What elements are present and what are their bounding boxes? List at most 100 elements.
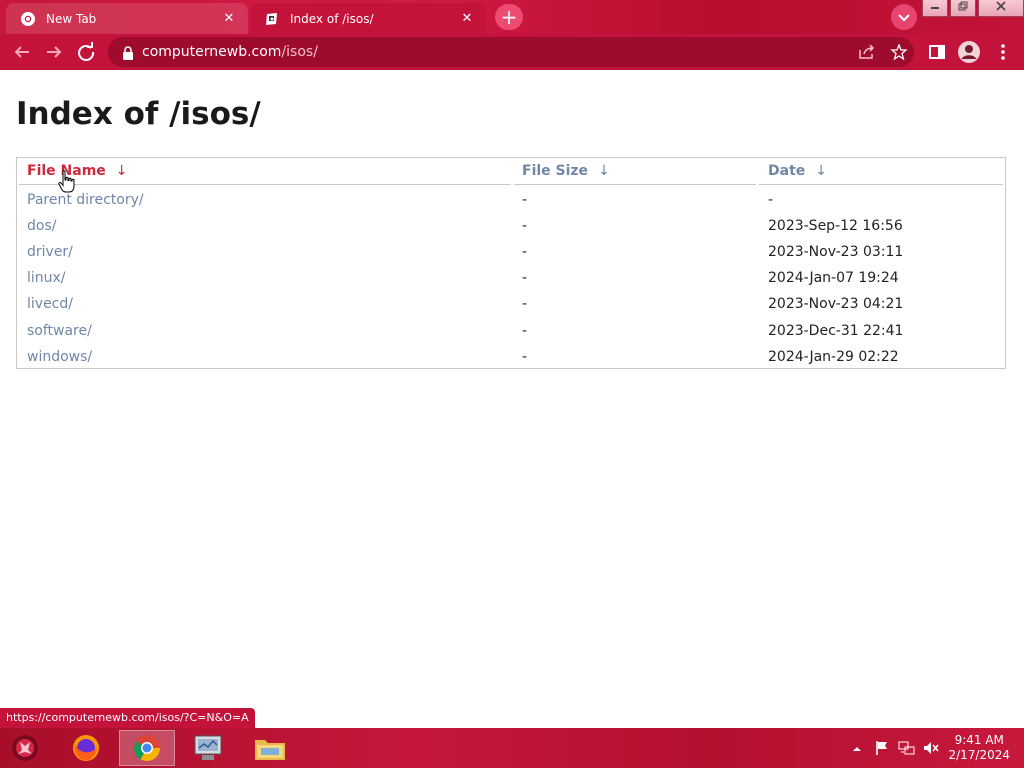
clock-date: 2/17/2024: [948, 748, 1010, 762]
taskbar: 9:41 AM 2/17/2024: [0, 728, 1024, 768]
tab-new-tab[interactable]: New Tab ✕: [6, 3, 248, 34]
start-button[interactable]: [8, 732, 42, 764]
header-divider: [514, 184, 756, 185]
page-content: Index of /isos/ File Name ↓ File Size ↓ Da…: [0, 70, 1024, 728]
share-icon[interactable]: [858, 44, 876, 60]
restore-icon: [958, 1, 968, 11]
file-link[interactable]: windows/: [27, 349, 92, 365]
arrow-left-icon: [14, 46, 29, 58]
tab-strip: New Tab ✕ Index of /isos/ ✕ +: [0, 0, 1024, 34]
tab-close-button[interactable]: ✕: [458, 11, 476, 26]
chrome-icon: [20, 11, 36, 27]
kebab-menu-icon: [1001, 44, 1005, 60]
column-header-file-name[interactable]: File Name ↓: [27, 163, 128, 179]
arrow-right-icon: [47, 46, 62, 58]
file-size: -: [522, 244, 528, 260]
chrome-icon: [133, 735, 161, 762]
start-orb-icon: [12, 735, 38, 761]
profile-button[interactable]: [957, 40, 981, 64]
file-size: -: [522, 192, 528, 208]
file-link[interactable]: software/: [27, 323, 92, 339]
close-icon: [996, 1, 1006, 11]
url-domain: computernewb.com: [142, 44, 282, 60]
file-date: 2023-Nov-23 03:11: [768, 244, 904, 260]
url-path: /isos/: [281, 44, 318, 60]
reload-icon: [78, 42, 95, 61]
file-size: -: [522, 218, 528, 234]
flag-icon[interactable]: [874, 740, 890, 759]
table-row: linux/ - 2024-Jan-07 19:24: [17, 270, 1005, 296]
page-title: Index of /isos/: [16, 96, 261, 132]
side-panel-button[interactable]: [925, 40, 949, 64]
taskbar-file-explorer[interactable]: [242, 730, 298, 766]
file-date: 2024-Jan-07 19:24: [768, 270, 899, 286]
minimize-button[interactable]: [922, 0, 948, 17]
back-button[interactable]: [10, 40, 34, 64]
link-status-bubble: https://computernewb.com/isos/?C=N&O=A: [0, 708, 255, 728]
file-link[interactable]: linux/: [27, 270, 66, 286]
window-controls: [920, 0, 1024, 18]
file-date: 2024-Jan-29 02:22: [768, 349, 899, 365]
clock-time: 9:41 AM: [954, 733, 1004, 747]
new-tab-button[interactable]: +: [495, 4, 523, 30]
browser-toolbar: computernewb.com/isos/: [0, 34, 1024, 70]
file-size: -: [522, 323, 528, 339]
table-row: driver/ - 2023-Nov-23 03:11: [17, 244, 1005, 270]
file-size: -: [522, 349, 528, 365]
file-size: -: [522, 270, 528, 286]
restore-button[interactable]: [950, 0, 976, 17]
file-link[interactable]: driver/: [27, 244, 73, 260]
sort-arrow-icon: ↓: [815, 163, 827, 179]
system-monitor-icon: [194, 735, 222, 760]
column-header-file-size[interactable]: File Size ↓: [522, 163, 610, 179]
file-link[interactable]: livecd/: [27, 296, 73, 312]
file-date: 2023-Dec-31 22:41: [768, 323, 904, 339]
minimize-icon: [931, 7, 939, 9]
taskbar-clock[interactable]: 9:41 AM 2/17/2024: [948, 733, 1010, 763]
file-date: 2023-Sep-12 16:56: [768, 218, 903, 234]
table-row: livecd/ - 2023-Nov-23 04:21: [17, 296, 1005, 322]
volume-muted-icon[interactable]: [922, 740, 940, 759]
table-row: Parent directory/ - -: [17, 192, 1005, 218]
table-row: software/ - 2023-Dec-31 22:41: [17, 323, 1005, 349]
header-divider: [19, 184, 511, 185]
address-bar[interactable]: computernewb.com/isos/: [108, 37, 914, 67]
tab-title: Index of /isos/: [290, 11, 374, 26]
menu-button[interactable]: [991, 40, 1015, 64]
file-size: -: [522, 296, 528, 312]
side-panel-icon: [929, 45, 945, 59]
tab-close-button[interactable]: ✕: [220, 11, 238, 26]
chevron-down-icon: [898, 14, 910, 22]
hand-cursor-icon: [58, 170, 76, 194]
avatar-icon: [958, 41, 980, 63]
column-header-label[interactable]: Date: [768, 163, 805, 179]
url-text: computernewb.com/isos/: [142, 44, 318, 60]
tab-search-button[interactable]: [891, 4, 917, 30]
close-window-button[interactable]: [978, 0, 1024, 17]
file-link[interactable]: Parent directory/: [27, 192, 144, 208]
show-hidden-icons-icon[interactable]: [852, 742, 862, 756]
table-row: dos/ - 2023-Sep-12 16:56: [17, 218, 1005, 244]
firefox-icon: [73, 735, 99, 761]
taskbar-chrome[interactable]: [119, 730, 175, 766]
tab-index-of-isos[interactable]: Index of /isos/ ✕: [250, 3, 486, 34]
tab-title: New Tab: [46, 11, 97, 26]
header-divider: [759, 184, 1003, 185]
file-listing-table: File Name ↓ File Size ↓ Date ↓ Parent direc…: [16, 157, 1006, 369]
site-favicon-icon: [264, 11, 280, 27]
taskbar-firefox[interactable]: [58, 730, 114, 766]
file-link[interactable]: dos/: [27, 218, 56, 234]
column-header-label[interactable]: File Size: [522, 163, 588, 179]
file-date: 2023-Nov-23 04:21: [768, 296, 904, 312]
file-explorer-icon: [255, 740, 285, 760]
forward-button[interactable]: [42, 40, 66, 64]
sort-arrow-icon: ↓: [598, 163, 610, 179]
lock-icon[interactable]: [122, 45, 134, 64]
sort-arrow-icon: ↓: [115, 163, 128, 179]
bookmark-star-icon[interactable]: [890, 43, 908, 61]
reload-button[interactable]: [74, 40, 98, 64]
taskbar-system-monitor[interactable]: [180, 730, 236, 766]
table-row: windows/ - 2024-Jan-29 02:22: [17, 349, 1005, 375]
column-header-date[interactable]: Date ↓: [768, 163, 827, 179]
network-icon[interactable]: [898, 740, 916, 759]
